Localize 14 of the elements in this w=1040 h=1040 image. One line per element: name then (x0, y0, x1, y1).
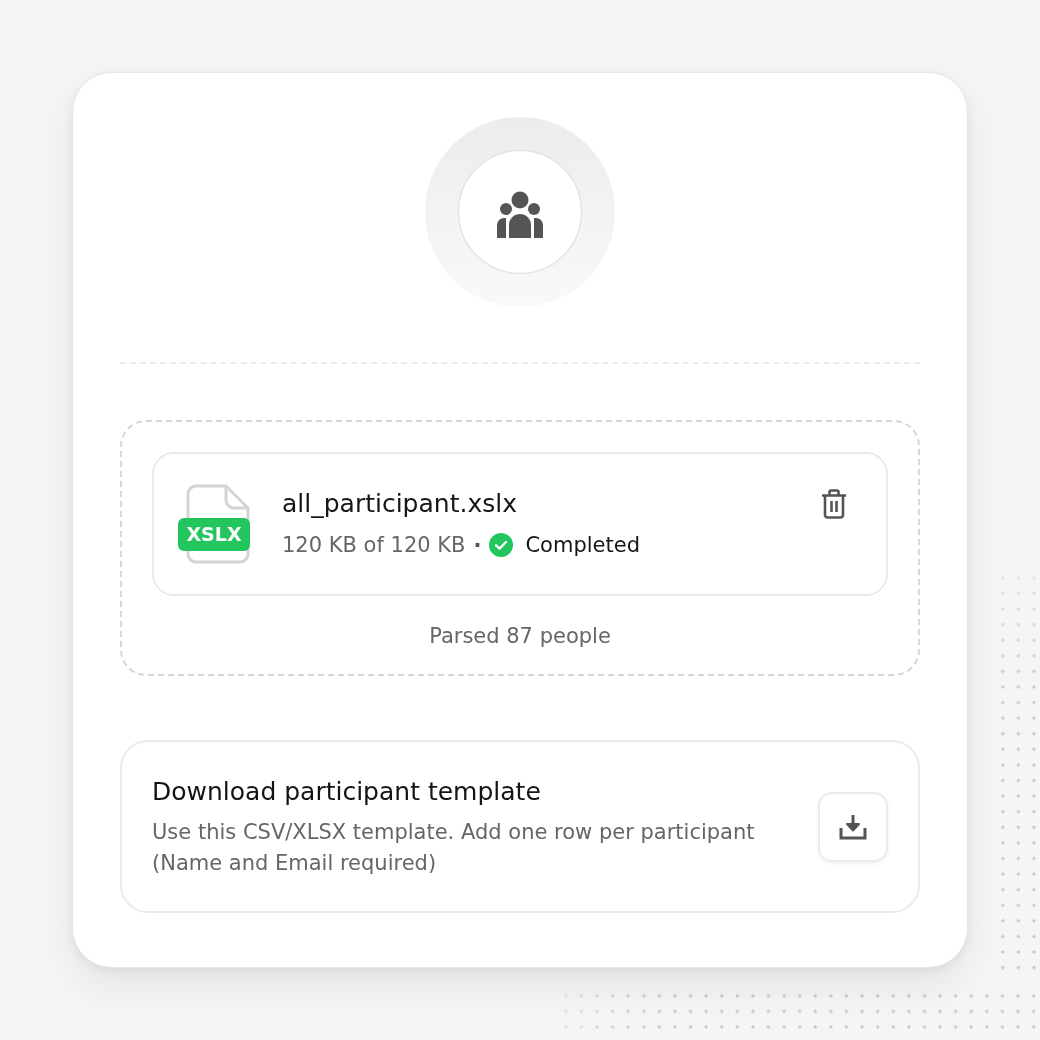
upload-status: Completed (525, 532, 640, 559)
file-type-badge: XSLX (178, 518, 250, 551)
template-description: Use this CSV/XLSX template. Add one row per participant (Name and Email required) (152, 818, 756, 877)
download-button[interactable] (818, 791, 888, 862)
file-size: 120 KB of 120 KB (282, 532, 466, 559)
download-icon (839, 813, 867, 840)
file-name: all_participant.xslx (282, 489, 517, 519)
upload-dropzone[interactable]: XSLX all_participant.xslx 120 KB of 120 KB · Completed Parsed 87 people (120, 420, 920, 676)
delete-button[interactable] (820, 489, 848, 519)
people-icon (425, 117, 615, 307)
template-title: Download participant template (152, 775, 541, 808)
parse-summary: Parsed 87 people (429, 623, 611, 650)
separator-dot: · (473, 532, 482, 559)
trash-icon (820, 489, 848, 519)
